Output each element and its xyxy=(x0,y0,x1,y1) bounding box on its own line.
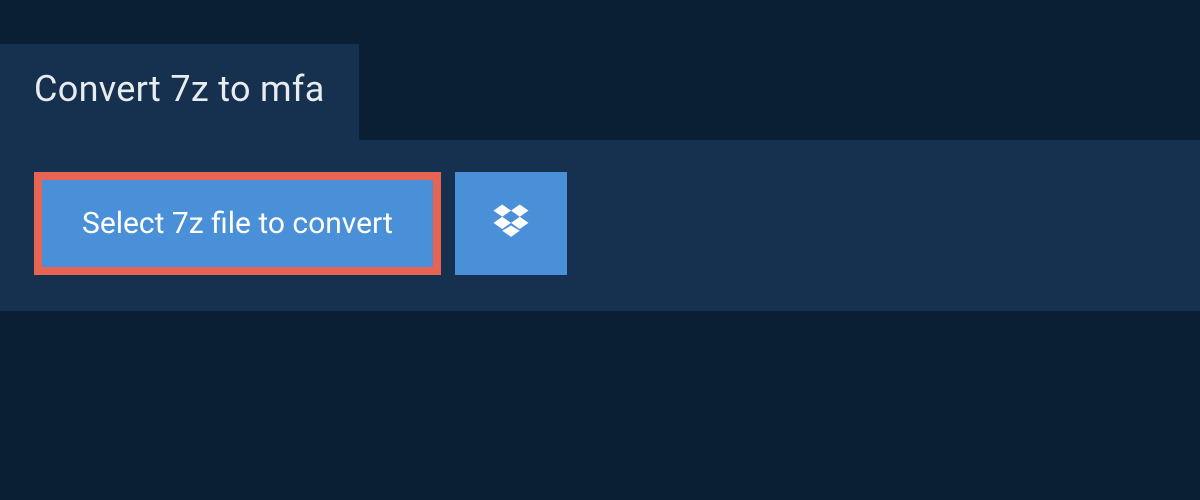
select-file-button[interactable]: Select 7z file to convert xyxy=(34,172,441,275)
main-panel: Select 7z file to convert xyxy=(0,140,1200,311)
page-title-container: Convert 7z to mfa xyxy=(0,44,359,140)
dropbox-button[interactable] xyxy=(455,172,567,275)
page-title: Convert 7z to mfa xyxy=(34,68,325,110)
select-file-label: Select 7z file to convert xyxy=(82,206,393,241)
button-row: Select 7z file to convert xyxy=(34,172,1166,275)
dropbox-icon xyxy=(490,201,532,246)
